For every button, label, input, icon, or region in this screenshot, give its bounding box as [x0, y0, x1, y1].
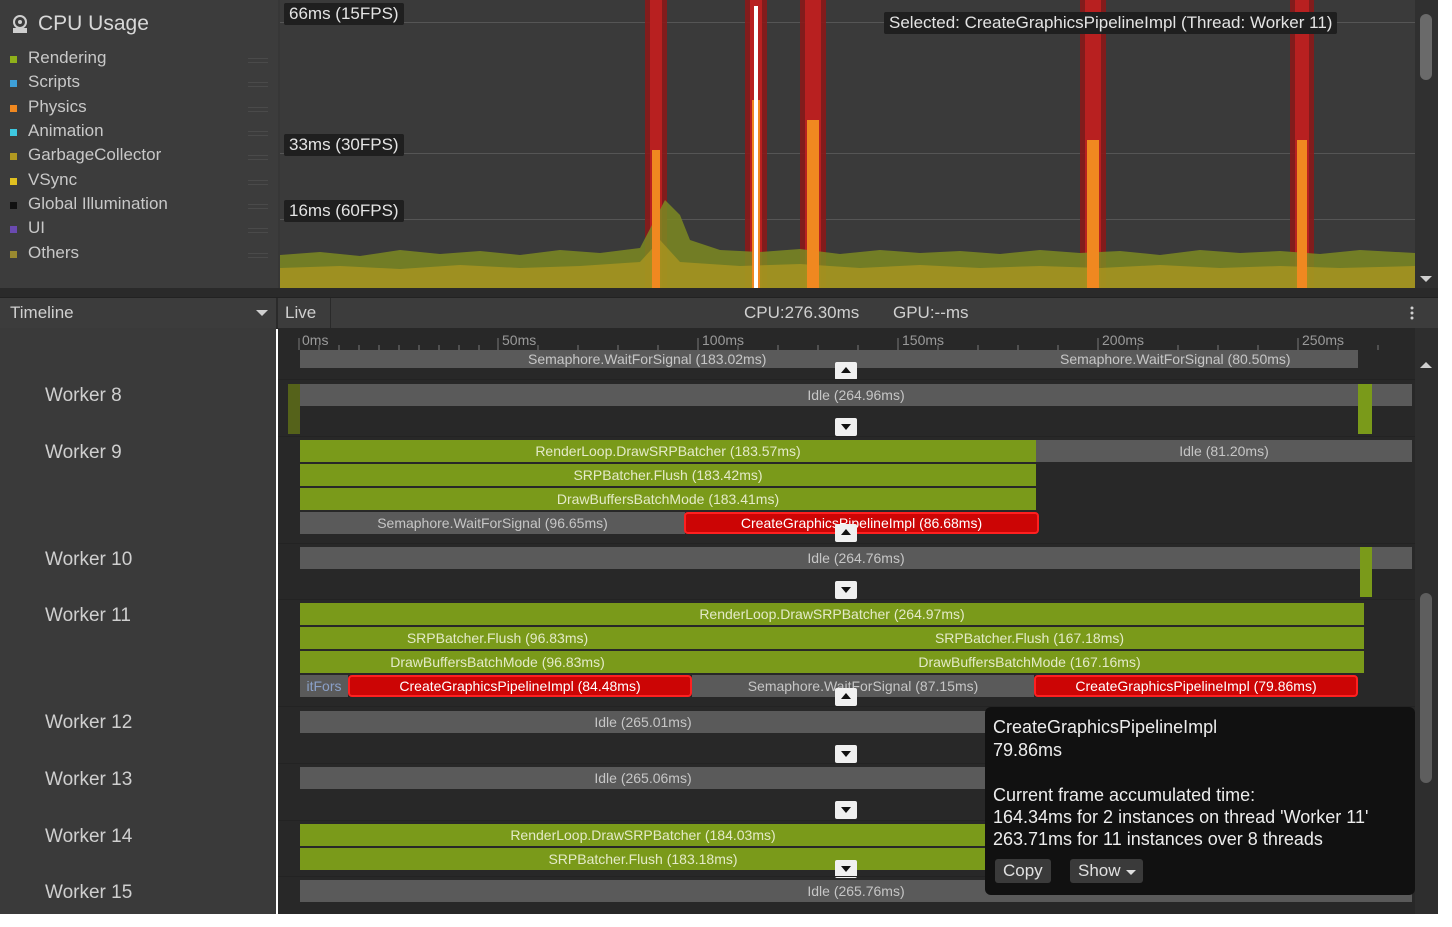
- ruler-label: 150ms: [902, 332, 945, 348]
- live-toggle[interactable]: Live: [285, 303, 316, 323]
- sample-bar-drawbuffers[interactable]: DrawBuffersBatchMode (167.16ms): [695, 651, 1364, 673]
- selected-frame-marker: [754, 6, 758, 288]
- time-ruler: 0ms 50ms 100ms 150ms 200ms 250ms: [298, 328, 1393, 350]
- sample-bar-srpbatcher-flush[interactable]: SRPBatcher.Flush (183.18ms): [300, 848, 986, 870]
- expand-icon[interactable]: [835, 418, 857, 436]
- ruler-label: 250ms: [1302, 332, 1345, 348]
- ruler-label: 200ms: [1102, 332, 1145, 348]
- legend-item-ui[interactable]: UI: [10, 218, 272, 242]
- thread-label-worker-9[interactable]: Worker 9: [45, 442, 122, 464]
- chevron-down-icon[interactable]: [256, 310, 268, 316]
- sample-bar-wait-for-signal[interactable]: itFors: [300, 675, 348, 697]
- legend-item-vsync[interactable]: VSync: [10, 170, 272, 194]
- thread-label-worker-8[interactable]: Worker 8: [45, 385, 122, 407]
- tooltip-sample-time: 79.86ms: [993, 740, 1063, 760]
- legend-item-others[interactable]: Others: [10, 243, 272, 267]
- more-options-icon[interactable]: [1410, 305, 1414, 321]
- sample-bar-drawsrpbatcher[interactable]: RenderLoop.DrawSRPBatcher (264.97ms): [300, 603, 1364, 625]
- scroll-up-icon[interactable]: [1420, 362, 1432, 368]
- sample-label: Semaphore.WaitForSignal (183.02ms): [528, 351, 767, 367]
- tooltip-thread-total: 164.34ms for 2 instances on thread 'Work…: [993, 807, 1369, 827]
- sample-bar-srpbatcher-flush[interactable]: SRPBatcher.Flush (96.83ms): [300, 627, 695, 649]
- ruler-label: 100ms: [702, 332, 745, 348]
- tooltip-frame-total: 263.71ms for 11 instances over 8 threads: [993, 829, 1323, 849]
- sample-bar-idle[interactable]: Idle (264.96ms): [300, 384, 1412, 406]
- graph-scrollbar[interactable]: [1415, 0, 1438, 288]
- sample-bar-drawsrpbatcher[interactable]: RenderLoop.DrawSRPBatcher (184.03ms): [300, 824, 986, 846]
- sample-bar-drawsrpbatcher[interactable]: RenderLoop.DrawSRPBatcher (183.57ms): [300, 440, 1036, 462]
- sample-bar-idle[interactable]: Idle (81.20ms): [1036, 440, 1412, 462]
- legend-item-animation[interactable]: Animation: [10, 121, 272, 145]
- chevron-down-icon: [1125, 870, 1136, 875]
- sample-bar-idle[interactable]: Idle (265.06ms): [300, 767, 986, 789]
- legend-item-garbage-collector[interactable]: GarbageCollector: [10, 145, 272, 169]
- sample-bar-srpbatcher-flush[interactable]: SRPBatcher.Flush (183.42ms): [300, 464, 1036, 486]
- show-button-label: Show: [1078, 861, 1121, 880]
- sample-bar-create-graphics-pipeline[interactable]: CreateGraphicsPipelineImpl (84.48ms): [348, 675, 692, 697]
- ruler-label: 0ms: [302, 332, 329, 348]
- thread-label-column: [0, 328, 276, 914]
- fps-label-60: 16ms (60FPS): [284, 200, 404, 222]
- sample-bar-idle[interactable]: Idle (265.01ms): [300, 711, 986, 733]
- gpu-time: GPU:--ms: [893, 303, 969, 322]
- collapse-icon[interactable]: [835, 524, 857, 542]
- sample-tooltip: CreateGraphicsPipelineImpl 79.86ms Curre…: [985, 707, 1415, 895]
- tooltip-sample-name: CreateGraphicsPipelineImpl: [993, 717, 1218, 737]
- cpu-usage-legend: CPU Usage Rendering Scripts Physics Anim…: [0, 0, 278, 288]
- thread-label-worker-10[interactable]: Worker 10: [45, 549, 132, 571]
- sample-label: Semaphore.WaitForSignal (80.50ms): [1060, 351, 1291, 367]
- view-mode-dropdown[interactable]: Timeline: [10, 303, 74, 323]
- show-button[interactable]: Show: [1070, 859, 1143, 883]
- timeline-scrollbar-thumb[interactable]: [1420, 593, 1432, 783]
- sample-bar-drawbuffers[interactable]: DrawBuffersBatchMode (183.41ms): [300, 488, 1036, 510]
- sample-bar-idle[interactable]: Idle (264.76ms): [300, 547, 1412, 569]
- sample-bar-drawbuffers[interactable]: DrawBuffersBatchMode (96.83ms): [300, 651, 695, 673]
- thread-label-worker-13[interactable]: Worker 13: [45, 769, 132, 791]
- thread-label-worker-14[interactable]: Worker 14: [45, 826, 132, 848]
- profiler-toolbar: Timeline Live CPU:276.30ms GPU:--ms: [0, 297, 1438, 329]
- cpu-frame-bars: [280, 0, 1415, 288]
- cpu-usage-graph[interactable]: 66ms (15FPS) 33ms (30FPS) 16ms (60FPS) S…: [280, 0, 1415, 288]
- legend-item-scripts[interactable]: Scripts: [10, 72, 272, 96]
- thread-label-worker-15[interactable]: Worker 15: [45, 882, 132, 904]
- sample-bar-wait-for-signal[interactable]: Semaphore.WaitForSignal (96.65ms): [300, 512, 685, 534]
- module-title: CPU Usage: [38, 12, 149, 35]
- ruler-label: 50ms: [502, 332, 537, 348]
- profiler-module-icon: [10, 14, 32, 36]
- scroll-down-icon[interactable]: [1420, 276, 1432, 282]
- copy-button[interactable]: Copy: [995, 859, 1051, 883]
- graph-scrollbar-thumb[interactable]: [1420, 14, 1432, 80]
- legend-item-physics[interactable]: Physics: [10, 97, 272, 121]
- collapse-icon[interactable]: [835, 688, 857, 706]
- sample-bar-create-graphics-pipeline-selected[interactable]: CreateGraphicsPipelineImpl (79.86ms): [1034, 675, 1358, 697]
- expand-icon[interactable]: [835, 581, 857, 599]
- splitter[interactable]: [0, 288, 1438, 297]
- expand-icon[interactable]: [835, 745, 857, 763]
- sample-bar-wait-for-signal[interactable]: Semaphore.WaitForSignal (87.15ms): [692, 675, 1034, 697]
- expand-icon[interactable]: [835, 801, 857, 819]
- top-row-bar[interactable]: Semaphore.WaitForSignal (183.02ms) Semap…: [300, 350, 1358, 368]
- tooltip-heading: Current frame accumulated time:: [993, 785, 1256, 805]
- thread-label-worker-11[interactable]: Worker 11: [45, 605, 131, 627]
- sample-bar-srpbatcher-flush[interactable]: SRPBatcher.Flush (167.18ms): [695, 627, 1364, 649]
- fps-label-15: 66ms (15FPS): [284, 3, 404, 25]
- sample-bar-create-graphics-pipeline[interactable]: CreateGraphicsPipelineImpl (86.68ms): [684, 512, 1039, 534]
- cpu-time: CPU:276.30ms: [744, 303, 860, 322]
- selected-sample-label: Selected: CreateGraphicsPipelineImpl (Th…: [884, 12, 1338, 34]
- legend-item-global-illumination[interactable]: Global Illumination: [10, 194, 272, 218]
- collapse-icon[interactable]: [835, 362, 857, 380]
- timeline-scrollbar[interactable]: [1415, 328, 1438, 914]
- fps-label-30: 33ms (30FPS): [284, 134, 404, 156]
- legend-item-rendering[interactable]: Rendering: [10, 48, 272, 72]
- thread-label-worker-12[interactable]: Worker 12: [45, 712, 132, 734]
